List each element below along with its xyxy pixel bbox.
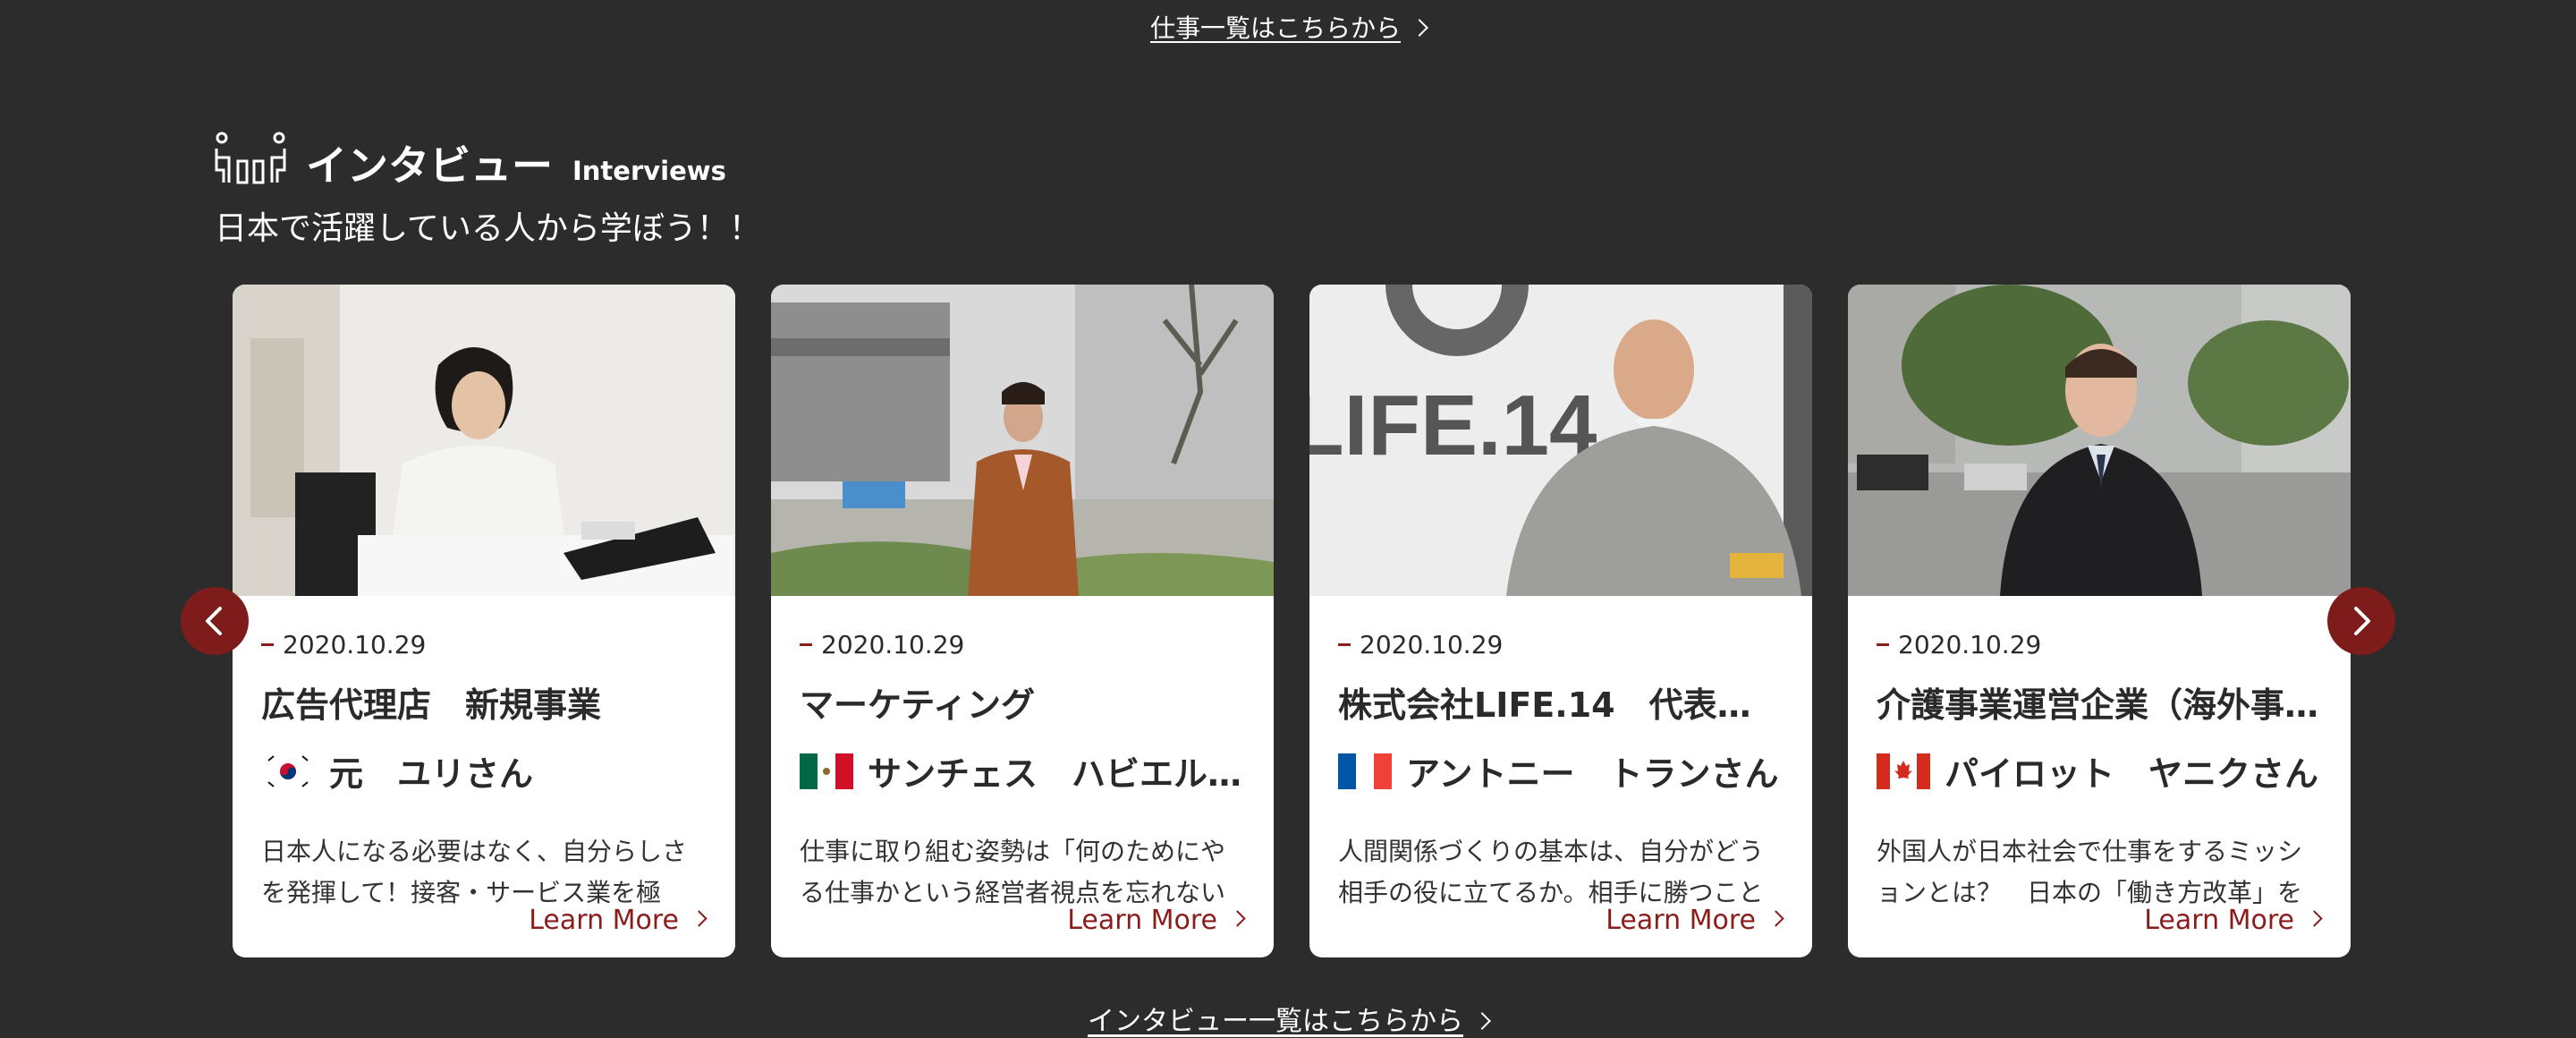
interviewee-name-row: 元 ユリさん <box>261 746 707 796</box>
chevron-right-icon <box>2306 910 2323 927</box>
interview-date: 2020.10.29 <box>1877 630 2322 659</box>
interview-card[interactable]: 2020.10.29 マーケティング サンチェス ハビエル・アレハンドロさん 仕… <box>771 285 1274 957</box>
interview-card[interactable]: LIFE.14 2020.10.29 株式会社LIFE.14 代表取締役社長 ア… <box>1309 285 1812 957</box>
jobs-list-link[interactable]: 仕事一覧はこちらから <box>1150 13 1401 43</box>
learn-more-link[interactable]: Learn More <box>1606 905 1784 936</box>
interview-card[interactable]: 2020.10.29 介護事業運営企業（海外事業部） パイロット ヤニクさん 外… <box>1848 285 2351 957</box>
interviewee-name: アントニー トランさん <box>1406 754 1779 794</box>
interviewee-name-row: パイロット ヤニクさん <box>1877 746 2322 796</box>
chevron-right-icon <box>2354 607 2370 635</box>
interview-title: 広告代理店 新規事業 <box>261 685 602 725</box>
chevron-right-icon <box>1411 19 1428 37</box>
interviewee-name: サンチェス ハビエル・アレハンドロさん <box>868 754 1245 794</box>
chevron-right-icon <box>1229 910 1246 927</box>
interview-date: 2020.10.29 <box>800 630 1245 659</box>
interviewee-name-row: アントニー トランさん <box>1338 746 1784 796</box>
interview-excerpt: 人間関係づくりの基本は、自分がどう相手の役に立てるか。相手に勝つことより <box>1338 837 1765 907</box>
learn-more-link[interactable]: Learn More <box>1067 905 1246 936</box>
interviewee-name-row: サンチェス ハビエル・アレハンドロさん <box>800 746 1245 796</box>
chevron-right-icon <box>691 910 708 927</box>
interview-photo: LIFE.14 <box>1309 285 1812 596</box>
interview-photo <box>233 285 735 596</box>
mexico-flag-icon <box>800 753 853 789</box>
section-title: インタビュー <box>306 141 553 190</box>
section-header: インタビュー Interviews <box>213 131 726 186</box>
interviews-list-link-row: インタビュー一覧はこちらから <box>0 999 2576 1038</box>
carousel-next-button[interactable] <box>2327 587 2395 655</box>
interview-card[interactable]: 2020.10.29 広告代理店 新規事業 元 ユリさん 日本人になる必要はなく… <box>233 285 735 957</box>
interview-title: 介護事業運営企業（海外事業部） <box>1877 685 2322 725</box>
interview-date: 2020.10.29 <box>261 630 707 659</box>
section-title-en: Interviews <box>572 156 726 186</box>
interview-excerpt: 日本人になる必要はなく、自分らしさを発揮して！接客・サービス業を極め、世界中のお… <box>261 837 688 907</box>
interviewee-name: 元 ユリさん <box>329 754 534 794</box>
learn-more-link[interactable]: Learn More <box>2144 905 2323 936</box>
carousel-prev-button[interactable] <box>181 587 249 655</box>
people-meeting-icon <box>215 132 286 184</box>
interview-photo <box>1848 285 2351 596</box>
interview-photo <box>771 285 1274 596</box>
learn-more-link[interactable]: Learn More <box>529 905 708 936</box>
chevron-right-icon <box>1473 1011 1491 1030</box>
jobs-list-link-row: 仕事一覧はこちらから <box>0 9 2576 45</box>
interview-carousel: 2020.10.29 広告代理店 新規事業 元 ユリさん 日本人になる必要はなく… <box>233 285 2351 957</box>
interviewee-name: パイロット ヤニクさん <box>1945 754 2319 794</box>
interview-excerpt: 仕事に取り組む姿勢は「何のためにやる仕事かという経営者視点を忘れないこと <box>800 837 1226 907</box>
interview-date: 2020.10.29 <box>1338 630 1784 659</box>
interviews-list-link[interactable]: インタビュー一覧はこちらから <box>1088 1006 1463 1037</box>
france-flag-icon <box>1338 753 1392 789</box>
photo-logo-text: LIFE.14 <box>1309 378 1597 473</box>
section-subtitle: 日本で活躍している人から学ぼう！！ <box>215 210 761 247</box>
interview-excerpt: 外国人が日本社会で仕事をするミッションとは？ 日本の「働き方改革」を推進する <box>1877 837 2303 907</box>
canada-flag-icon <box>1877 753 1930 789</box>
korea-flag-icon <box>261 753 315 789</box>
interview-title: マーケティング <box>800 685 1035 725</box>
chevron-right-icon <box>1767 910 1784 927</box>
chevron-left-icon <box>206 607 222 635</box>
interview-title: 株式会社LIFE.14 代表取締役社長 <box>1338 685 1784 725</box>
